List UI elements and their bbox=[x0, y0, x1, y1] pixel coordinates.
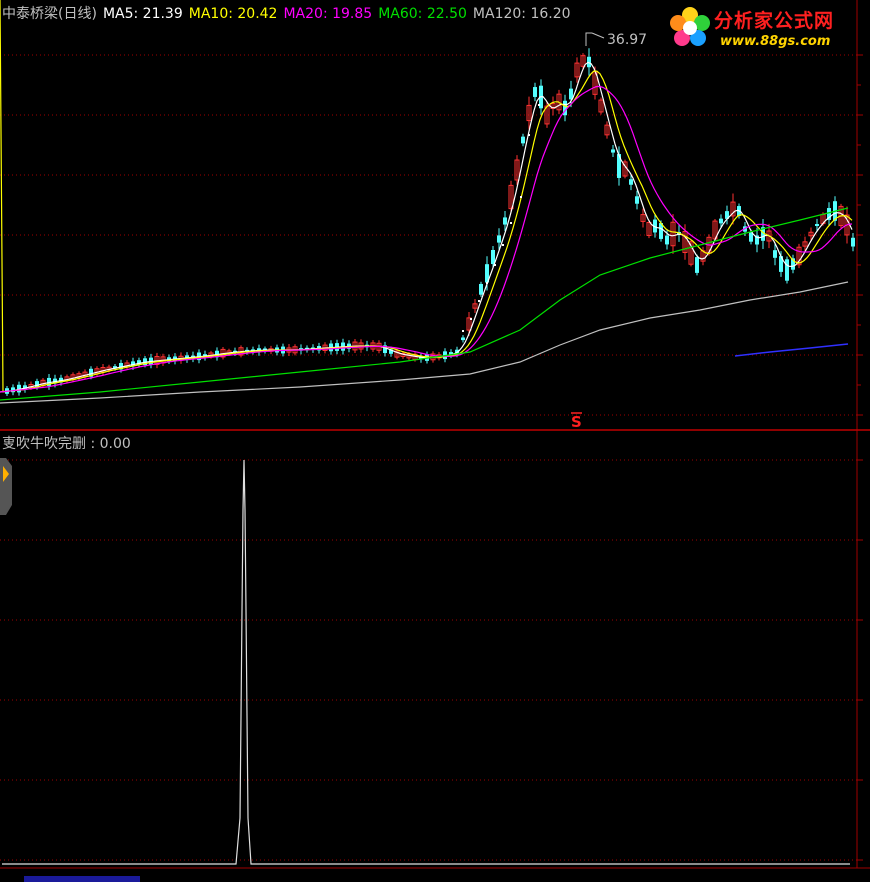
signal-marker: S bbox=[571, 413, 582, 431]
peak-label: 36.97 bbox=[607, 32, 647, 48]
stop-dot bbox=[502, 244, 504, 246]
candle-body bbox=[695, 257, 699, 273]
logo-url: www.88gs.com bbox=[720, 34, 831, 49]
stop-dot bbox=[462, 330, 464, 332]
candle-body bbox=[719, 218, 723, 224]
axis-ticks bbox=[857, 54, 863, 861]
blue-line bbox=[734, 343, 849, 357]
candle-body bbox=[521, 136, 525, 144]
candle-body bbox=[635, 196, 639, 204]
ma120-line bbox=[0, 281, 849, 404]
stop-dot bbox=[528, 134, 530, 136]
candle-body bbox=[773, 250, 777, 258]
candle-body bbox=[533, 87, 537, 97]
ma10-line bbox=[0, 0, 853, 393]
chart-header: 中泰桥梁(日线) MA5: 21.39 MA10: 20.42 MA20: 19.85… bbox=[2, 3, 577, 23]
candle-body bbox=[611, 149, 615, 153]
candle-body bbox=[815, 223, 819, 227]
candlestick-series bbox=[5, 48, 855, 397]
indicator-series bbox=[2, 459, 850, 865]
ma60-label: MA60: 22.50 bbox=[378, 6, 467, 22]
stop-dot bbox=[494, 264, 496, 266]
stop-dot bbox=[478, 300, 480, 302]
logo-title: 分析家公式网 bbox=[714, 10, 835, 32]
stop-dot bbox=[486, 282, 488, 284]
candle-body bbox=[785, 259, 789, 281]
candle-body bbox=[629, 179, 633, 185]
indicator-header: 叓吹牛吹完删 : 0.00 bbox=[2, 436, 131, 452]
stop-dot bbox=[520, 196, 522, 198]
ma20-label: MA20: 19.85 bbox=[283, 6, 373, 22]
stop-dot bbox=[510, 222, 512, 224]
candle-body bbox=[491, 249, 495, 265]
flower-logo-icon bbox=[670, 7, 710, 46]
stop-dot bbox=[470, 318, 472, 320]
candle-body bbox=[479, 283, 483, 295]
candle-body bbox=[503, 217, 507, 225]
candle-body bbox=[497, 235, 501, 243]
stop-dots bbox=[462, 104, 540, 332]
grid-lines bbox=[0, 54, 857, 861]
ma10-label: MA10: 20.42 bbox=[188, 6, 278, 22]
panel-arrow-icon bbox=[0, 458, 12, 515]
stop-dot bbox=[538, 104, 540, 106]
ma60-line bbox=[0, 207, 849, 401]
peak-annotation: 36.97 bbox=[585, 32, 647, 48]
ma120-label: MA120: 16.20 bbox=[472, 6, 571, 22]
candle-body bbox=[851, 237, 855, 247]
candle-body bbox=[665, 235, 669, 245]
candle-body bbox=[461, 337, 465, 341]
ma5-line bbox=[0, 61, 853, 393]
indicator-line bbox=[2, 459, 850, 865]
ma5-label: MA5: 21.39 bbox=[102, 6, 183, 22]
moving-average-lines bbox=[0, 0, 853, 404]
stock-title: 中泰桥梁(日线) bbox=[2, 6, 97, 22]
site-logo: 分析家公式网 www.88gs.com bbox=[664, 4, 864, 56]
